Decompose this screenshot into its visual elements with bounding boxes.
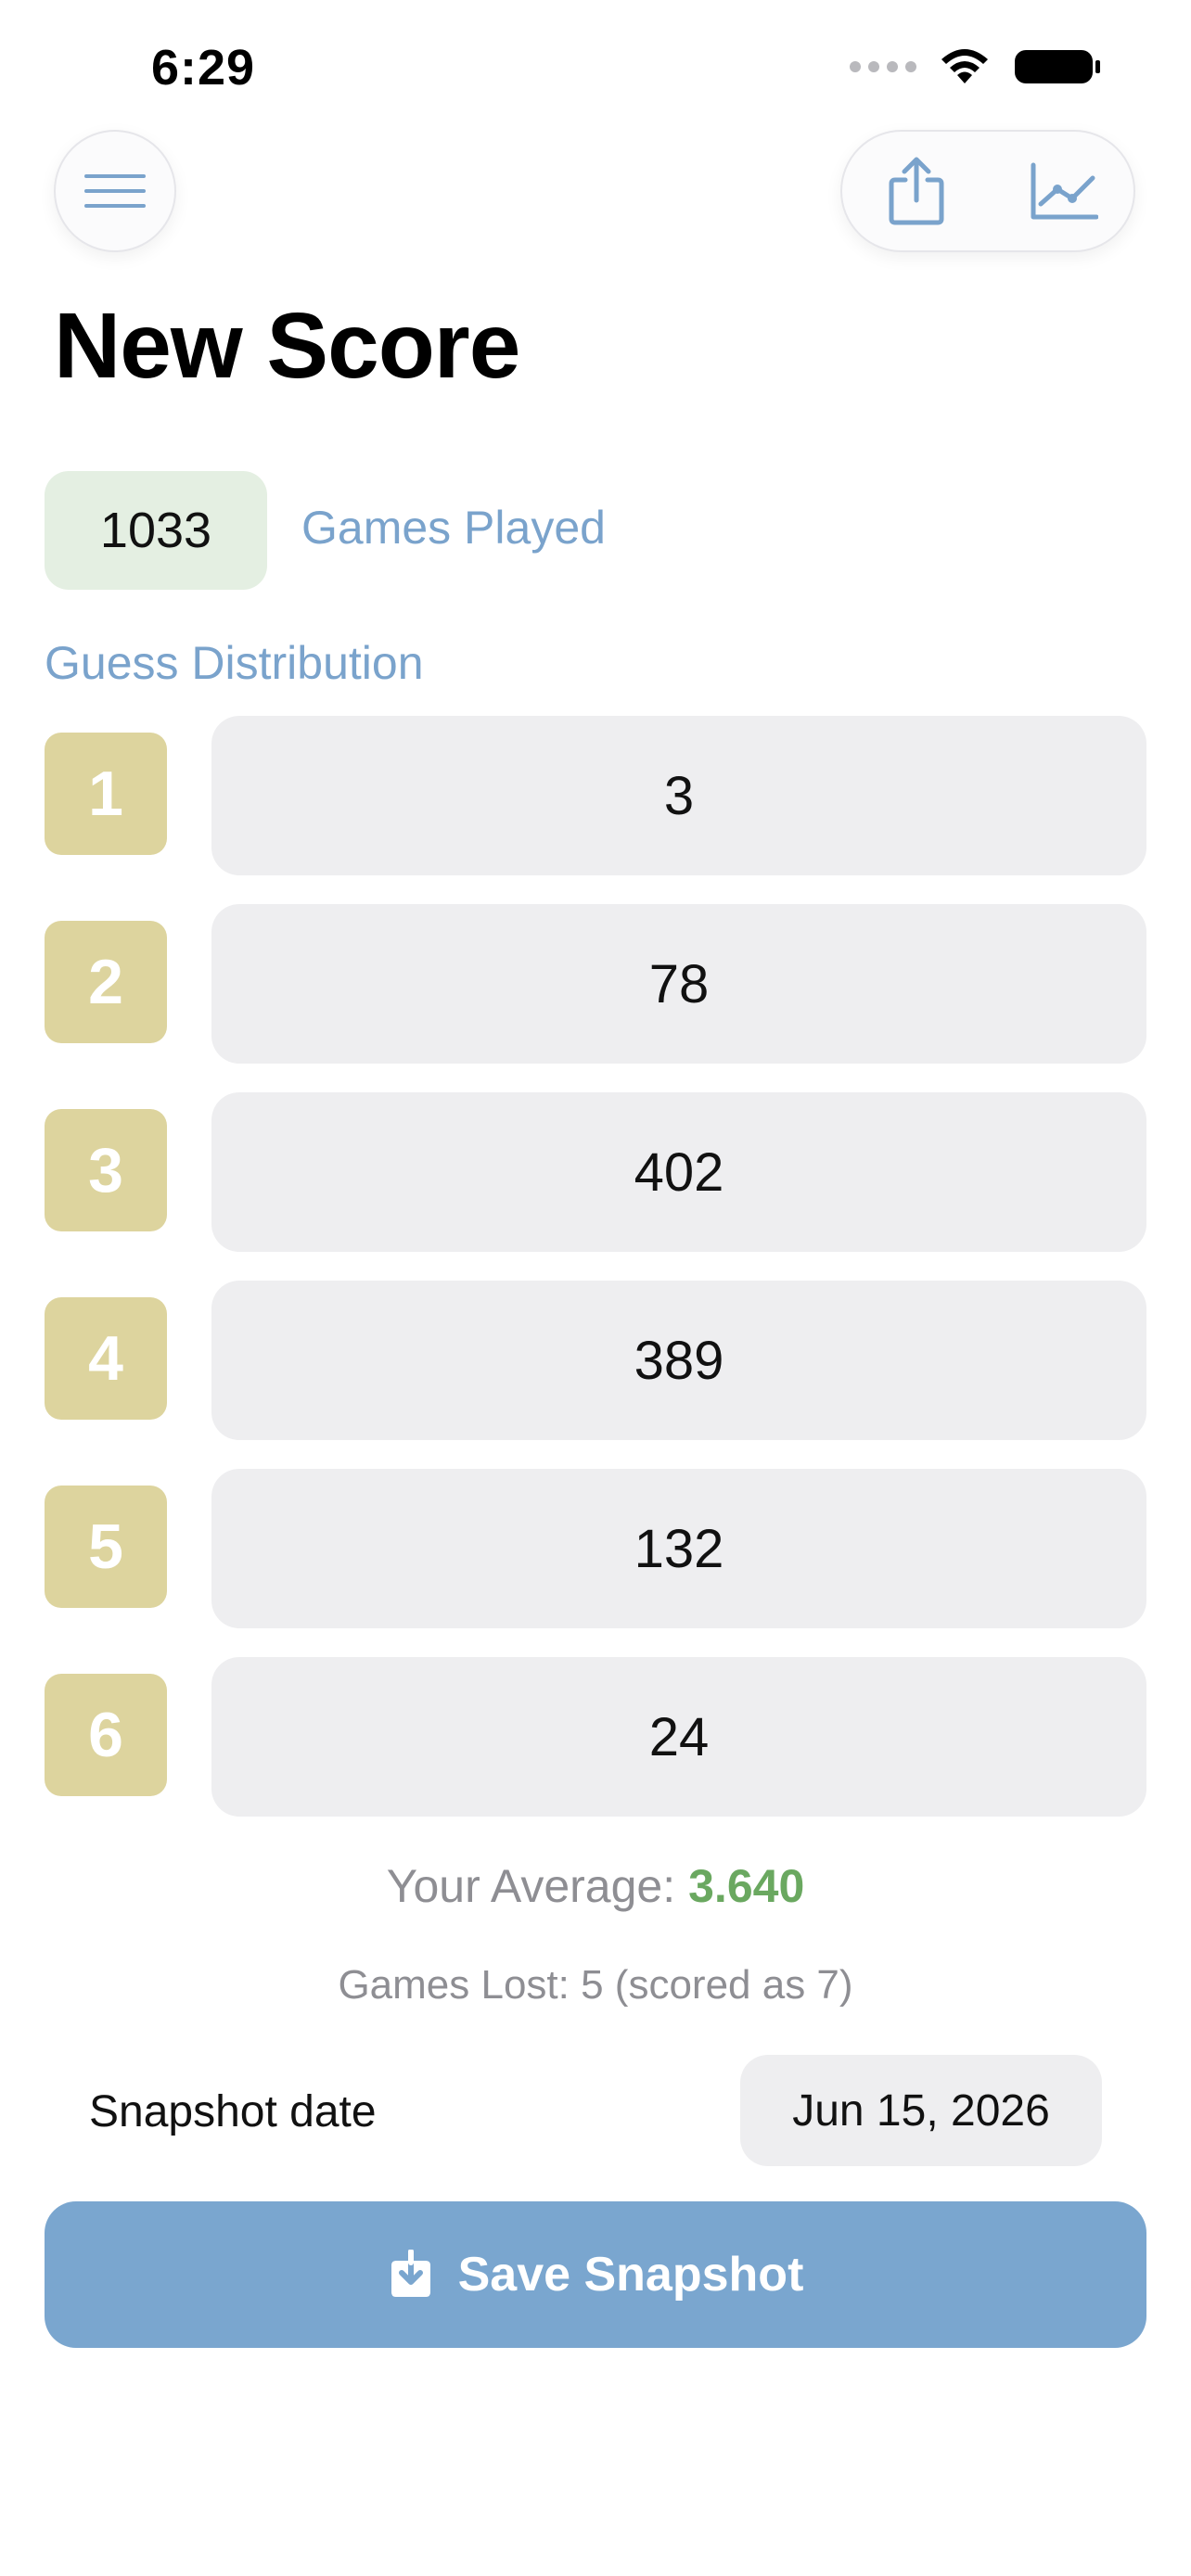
average-value: 3.640 <box>688 1860 805 1912</box>
guess-number-badge: 6 <box>45 1674 167 1796</box>
guess-distribution-heading: Guess Distribution <box>45 637 424 689</box>
menu-button[interactable] <box>54 130 176 252</box>
status-time: 6:29 <box>151 40 256 96</box>
hamburger-menu-icon <box>84 174 146 208</box>
guess-number-badge: 1 <box>45 733 167 855</box>
distribution-row: 6 24 <box>0 1657 1191 1817</box>
cellular-signal-icon <box>850 61 916 72</box>
toolbar-actions <box>840 130 1135 252</box>
guess-number-badge: 5 <box>45 1486 167 1608</box>
guess-number-badge: 2 <box>45 921 167 1043</box>
distribution-row: 4 389 <box>0 1281 1191 1440</box>
guess-count-field[interactable]: 78 <box>211 904 1146 1064</box>
battery-icon <box>1015 50 1100 83</box>
wifi-icon <box>941 49 988 83</box>
distribution-row: 3 402 <box>0 1092 1191 1252</box>
guess-number-badge: 3 <box>45 1109 167 1231</box>
share-button[interactable] <box>842 132 990 250</box>
save-snapshot-label: Save Snapshot <box>457 2248 804 2302</box>
snapshot-date-picker[interactable]: Jun 15, 2026 <box>740 2055 1102 2166</box>
games-lost-text: Games Lost: 5 (scored as 7) <box>338 1962 853 2008</box>
distribution-row: 5 132 <box>0 1469 1191 1628</box>
average-summary: Your Average: 3.640 <box>0 1859 1191 1913</box>
guess-count-field[interactable]: 132 <box>211 1469 1146 1628</box>
stats-chart-button[interactable] <box>990 132 1137 250</box>
distribution-row: 1 3 <box>0 716 1191 875</box>
games-played-field[interactable]: 1033 <box>45 471 267 590</box>
guess-count-field[interactable]: 389 <box>211 1281 1146 1440</box>
games-played-label: Games Played <box>301 502 606 554</box>
page-title: New Score <box>54 294 520 398</box>
guess-count-field[interactable]: 402 <box>211 1092 1146 1252</box>
line-chart-icon <box>1031 162 1098 220</box>
snapshot-date-label: Snapshot date <box>89 2087 377 2136</box>
share-icon <box>889 157 943 225</box>
save-download-icon <box>391 2250 430 2297</box>
guess-number-badge: 4 <box>45 1297 167 1420</box>
average-label: Your Average: <box>386 1860 676 1912</box>
guess-count-field[interactable]: 3 <box>211 716 1146 875</box>
distribution-row: 2 78 <box>0 904 1191 1064</box>
save-snapshot-button[interactable]: Save Snapshot <box>45 2201 1146 2348</box>
status-icons <box>850 46 1102 87</box>
guess-count-field[interactable]: 24 <box>211 1657 1146 1817</box>
